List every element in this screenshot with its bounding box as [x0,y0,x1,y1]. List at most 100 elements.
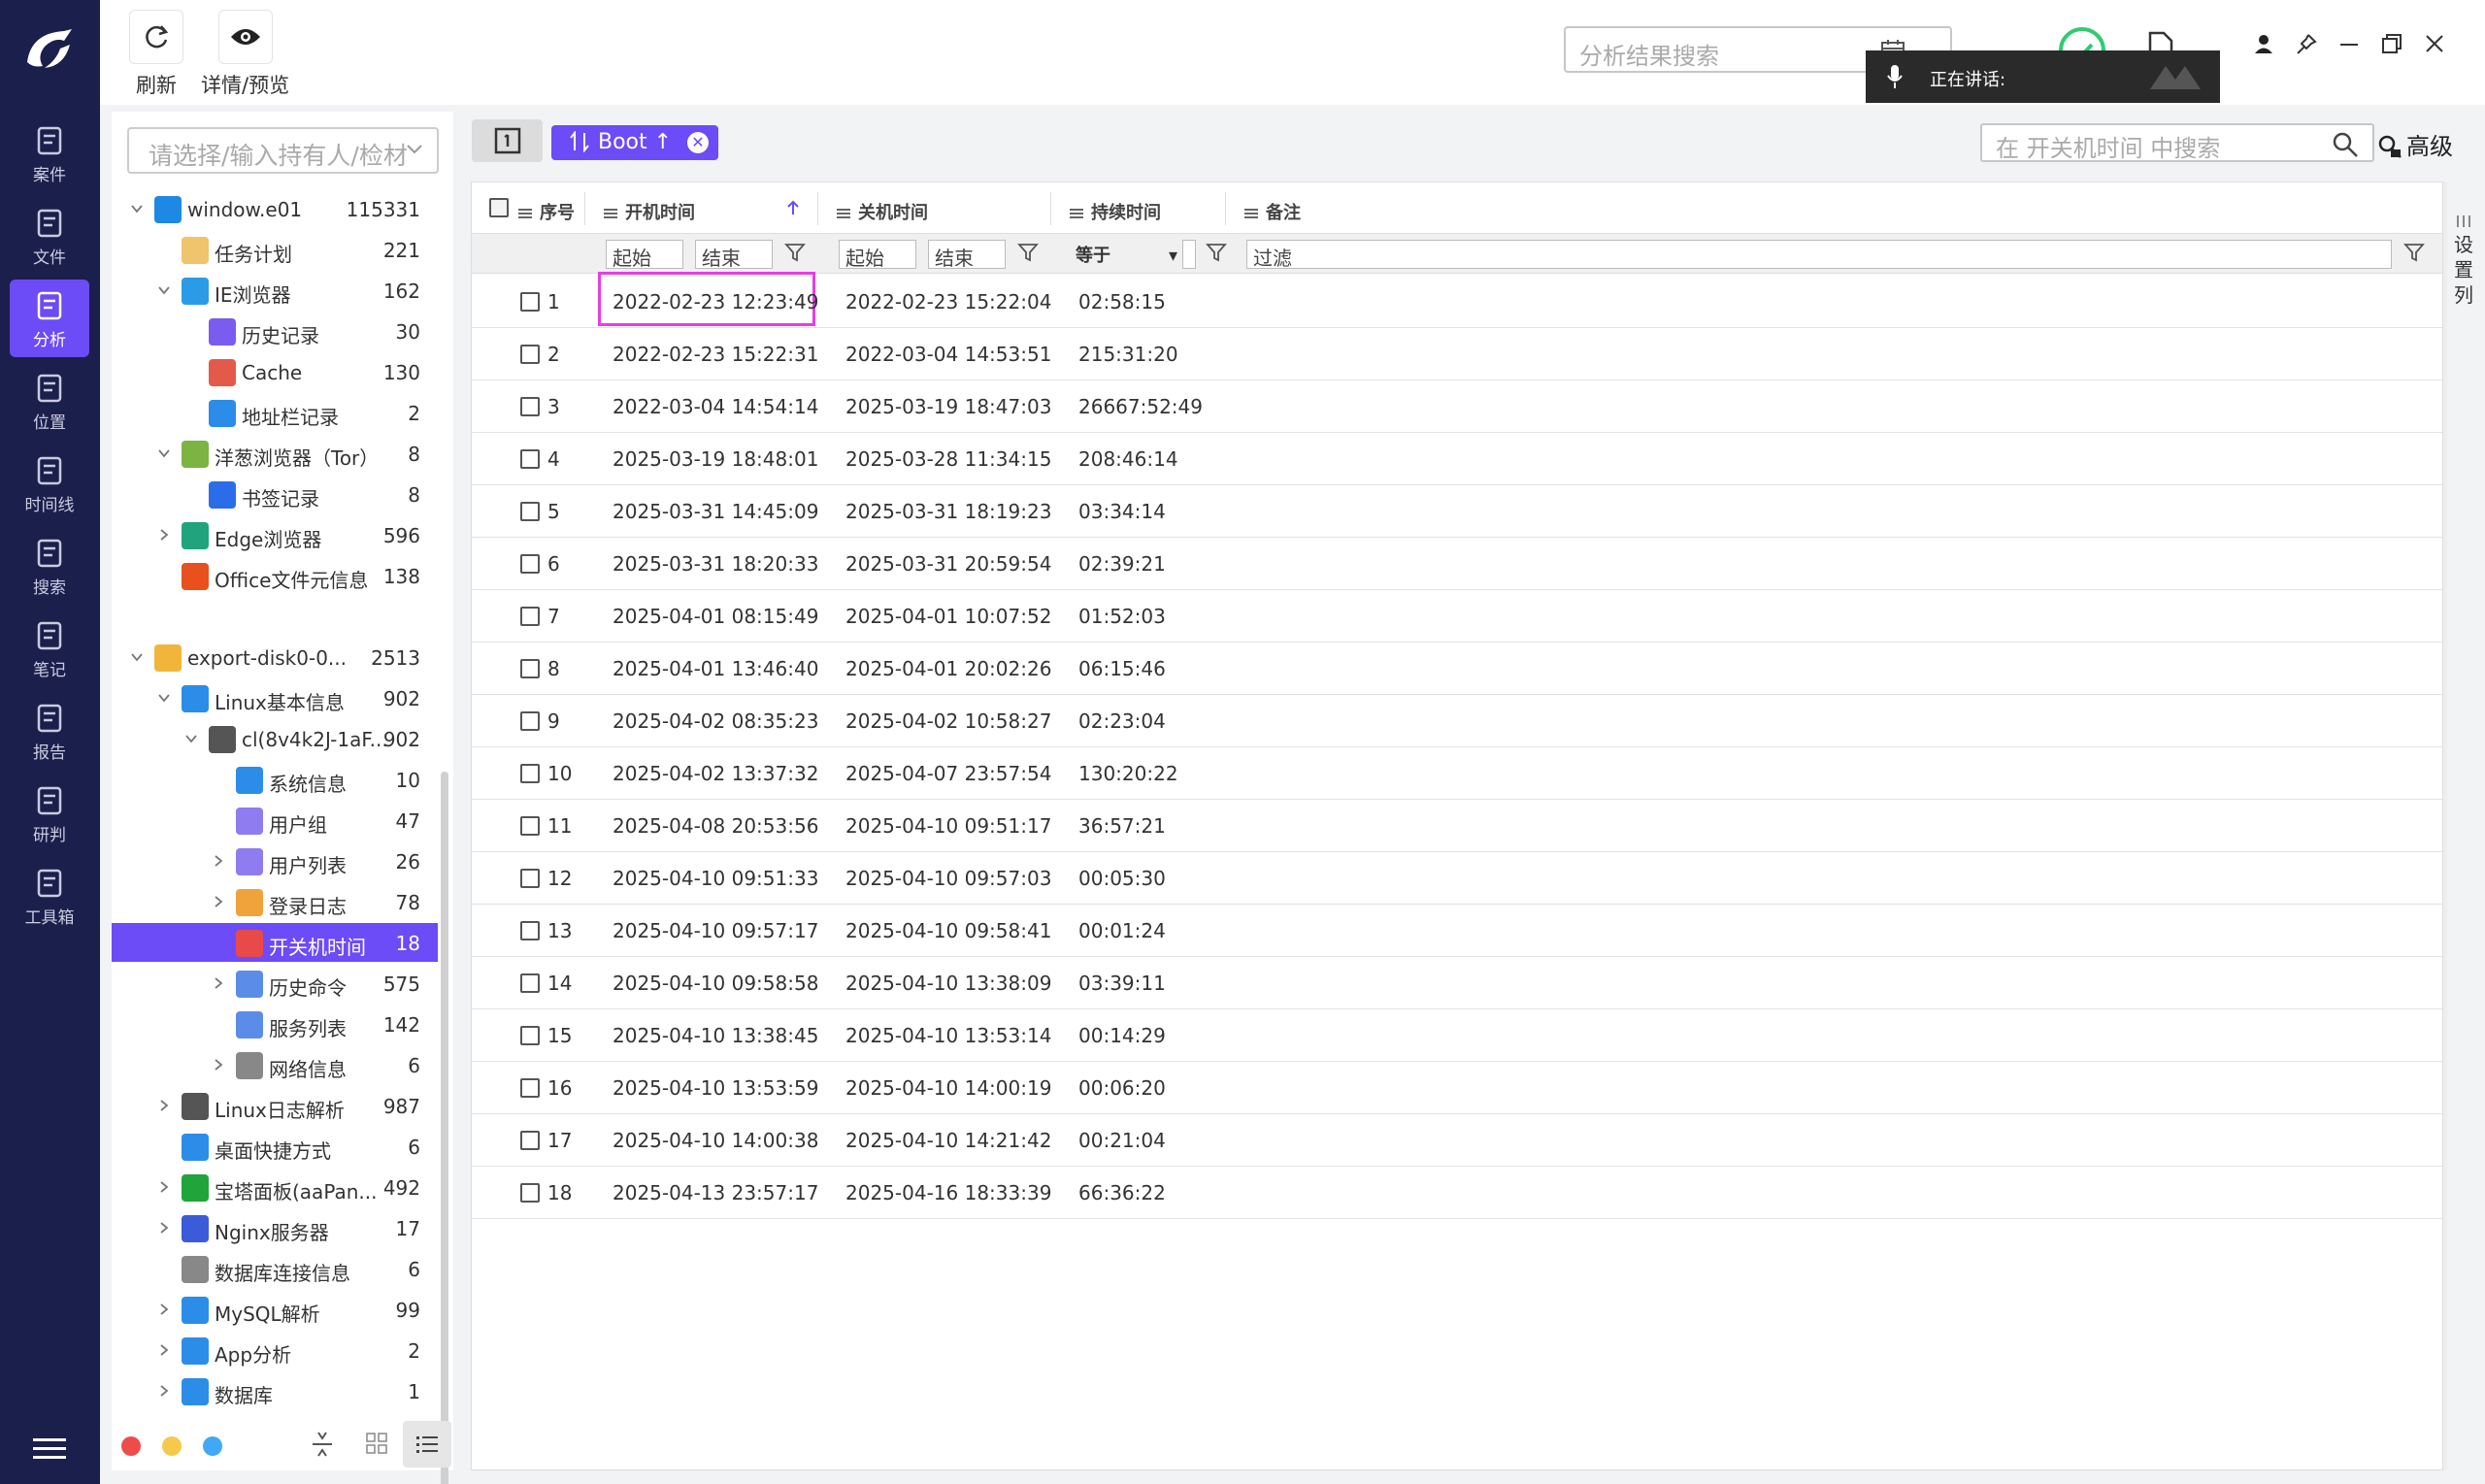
row-checkbox[interactable] [520,764,540,783]
grid-view-icon[interactable] [366,1433,387,1454]
tree-item[interactable]: Linux日志解析 987 [112,1086,438,1125]
refresh-button[interactable]: 刷新 [129,10,183,99]
restore-icon[interactable] [2381,33,2402,54]
chevron-right-icon[interactable] [156,1342,172,1358]
chevron-right-icon[interactable] [211,853,226,869]
tree-item[interactable]: Nginx服务器 17 [112,1208,438,1247]
nav-item-6[interactable]: 笔记 [10,610,89,687]
boot-start-filter[interactable]: 起始 [606,240,683,270]
nav-item-0[interactable]: 案件 [10,115,89,192]
chevron-down-icon[interactable] [129,649,145,665]
nav-item-3[interactable]: 位置 [10,362,89,440]
row-checkbox[interactable] [520,502,540,521]
select-all-checkbox[interactable] [489,198,509,217]
chevron-right-icon[interactable] [156,527,172,543]
tree-item[interactable]: 开关机时间 18 [112,923,438,962]
yellow-status-dot[interactable] [162,1436,182,1456]
shutdown-end-filter[interactable]: 结束 [928,240,1006,270]
tree-item[interactable]: Office文件元信息 138 [112,556,438,595]
row-checkbox[interactable] [520,449,540,469]
table-row[interactable]: 15 2025-04-10 13:38:45 2025-04-10 13:53:14… [472,1009,2442,1062]
chevron-down-icon[interactable] [129,201,145,216]
table-row[interactable]: 3 2022-03-04 14:54:14 2025-03-19 18:47:03 2… [472,380,2442,433]
view-mode-button[interactable] [472,119,543,162]
chevron-right-icon[interactable] [211,1057,226,1072]
boot-filter-icon[interactable] [784,242,806,263]
close-icon[interactable] [2424,33,2445,54]
set-columns-button[interactable]: 设置列 [2444,181,2483,473]
row-checkbox[interactable] [520,816,540,836]
chevron-down-icon[interactable] [183,731,199,746]
nav-item-9[interactable]: 工具箱 [10,857,89,935]
minimize-icon[interactable] [2338,33,2360,54]
chevron-down-icon[interactable] [156,282,172,298]
table-row[interactable]: 8 2025-04-01 13:46:40 2025-04-01 20:02:26 0… [472,643,2442,695]
nav-item-4[interactable]: 时间线 [10,445,89,522]
row-checkbox[interactable] [520,1131,540,1150]
tree-item[interactable]: 用户组 47 [112,801,438,840]
row-checkbox[interactable] [520,659,540,678]
table-row[interactable]: 6 2025-03-31 18:20:33 2025-03-31 20:59:54 0… [472,538,2442,590]
table-row[interactable]: 17 2025-04-10 14:00:38 2025-04-10 14:21:42… [472,1114,2442,1167]
column-header-remark[interactable]: 备注 [1244,182,1301,233]
table-row[interactable]: 16 2025-04-10 13:53:59 2025-04-10 14:00:19… [472,1062,2442,1114]
duration-operator-select[interactable]: 等于 ▾ [1076,242,1177,267]
tree-item[interactable]: MySQL解析 99 [112,1290,438,1329]
user-icon[interactable] [2253,33,2274,54]
row-checkbox[interactable] [520,973,540,993]
row-checkbox[interactable] [520,1078,540,1098]
table-row[interactable]: 1 2022-02-23 12:23:49 2022-02-23 15:22:04 0… [472,272,2442,328]
row-checkbox[interactable] [520,607,540,626]
chevron-right-icon[interactable] [156,1220,172,1236]
chevron-down-icon[interactable] [156,690,172,706]
row-checkbox[interactable] [520,554,540,574]
holder-select[interactable]: 请选择/输入持有人/检材 [127,127,439,174]
tree-item[interactable]: App分析 2 [112,1331,438,1369]
nav-item-5[interactable]: 搜索 [10,527,89,605]
table-search-input[interactable]: 在 开关机时间 中搜索 [1980,123,2374,162]
row-checkbox[interactable] [520,1026,540,1045]
duration-filter-icon[interactable] [1206,242,1227,263]
row-checkbox[interactable] [520,397,540,416]
red-status-dot[interactable] [121,1436,141,1456]
sort-tag[interactable]: Boot ↑ ✕ [551,125,718,160]
column-header-seq[interactable]: 序号 [518,182,575,233]
tree-item[interactable]: Linux基本信息 902 [112,678,438,717]
remove-tag-icon[interactable]: ✕ [687,132,709,153]
table-row[interactable]: 10 2025-04-02 13:37:32 2025-04-07 23:57:54… [472,747,2442,800]
tree-item[interactable]: window.e01 115331 [112,189,438,228]
remark-filter-input[interactable]: 过滤 [1246,240,2392,270]
chevron-right-icon[interactable] [211,975,226,991]
tree-item[interactable]: 服务列表 142 [112,1005,438,1043]
row-checkbox[interactable] [520,292,540,312]
table-row[interactable]: 18 2025-04-13 23:57:17 2025-04-16 18:33:39… [472,1167,2442,1219]
tree-scrollbar[interactable] [441,772,448,1484]
row-checkbox[interactable] [520,921,540,940]
column-header-boot[interactable]: 开机时间 [604,182,695,233]
row-checkbox[interactable] [520,345,540,364]
table-row[interactable]: 12 2025-04-10 09:51:33 2025-04-10 09:57:03… [472,852,2442,905]
tree-item[interactable]: 系统信息 10 [112,760,438,799]
blue-status-dot[interactable] [203,1436,222,1456]
tree-item[interactable]: Cache 130 [112,352,438,391]
tree-item[interactable]: 登录日志 78 [112,882,438,921]
duration-value-filter[interactable] [1182,240,1196,269]
nav-item-1[interactable]: 文件 [10,197,89,275]
tree-item[interactable]: 洋葱浏览器（Tor） 8 [112,434,438,473]
hamburger-menu-icon[interactable] [33,1436,66,1462]
boot-end-filter[interactable]: 结束 [695,240,773,270]
nav-item-2[interactable]: 分析 [10,280,89,357]
chevron-down-icon[interactable] [156,445,172,461]
list-view-button[interactable] [403,1421,451,1468]
row-checkbox[interactable] [520,1183,540,1203]
tree-item[interactable]: 宝塔面板(aaPan... 492 [112,1168,438,1206]
tree-item[interactable]: 地址栏记录 2 [112,393,438,432]
pin-icon[interactable] [2296,33,2317,54]
nav-item-7[interactable]: 报告 [10,692,89,770]
tree-item[interactable]: export-disk0-0... 2513 [112,638,438,676]
preview-button[interactable]: 详情/预览 [201,10,289,99]
advanced-search-button[interactable]: 高级 [2377,127,2453,161]
table-row[interactable]: 4 2025-03-19 18:48:01 2025-03-28 11:34:15 2… [472,433,2442,485]
chevron-right-icon[interactable] [156,1383,172,1399]
tree-item[interactable]: Edge浏览器 596 [112,515,438,554]
